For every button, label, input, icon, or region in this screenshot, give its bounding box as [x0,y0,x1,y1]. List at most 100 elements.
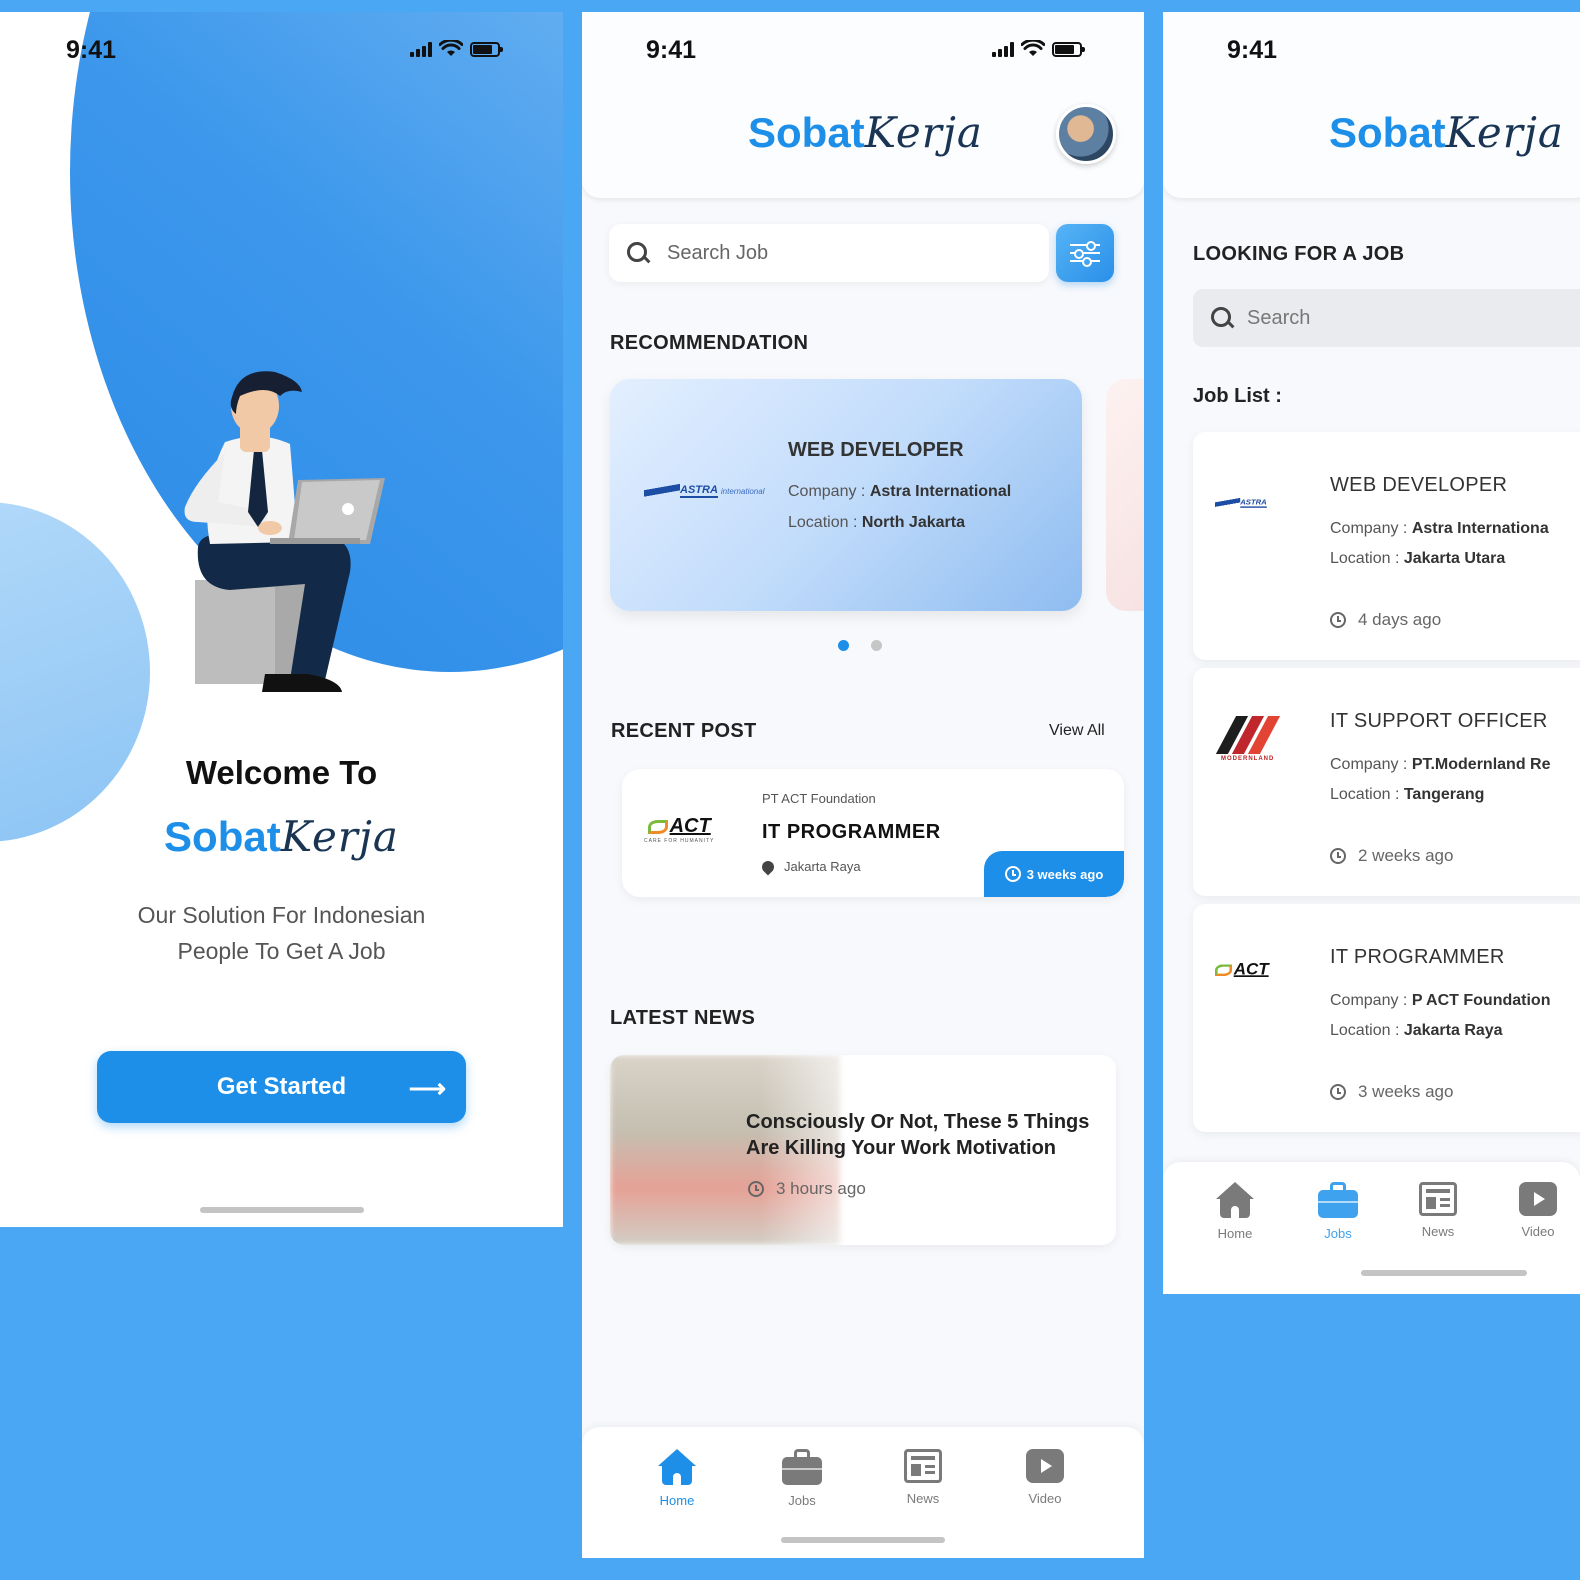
latest-news-heading: LATEST NEWS [610,1007,756,1029]
job-location: Location : Tangerang [1330,786,1485,803]
search-input[interactable]: Search [1193,289,1580,347]
filter-button[interactable] [1056,224,1114,282]
job-title: IT SUPPORT OFFICER [1330,710,1548,732]
bottom-tab-bar: Home Jobs News Video [1163,1162,1580,1294]
news-card[interactable]: Consciously Or Not, These 5 Things Are K… [610,1055,1116,1245]
act-logo: ACT [1215,960,1269,980]
tagline-line2: People To Get A Job [177,938,386,964]
brand-logo-part2: Kerja [864,108,983,157]
clock-icon [1330,848,1346,864]
job-company: Company : PT.Modernland Re [1330,756,1551,773]
brand-logo-part1: Sobat [748,109,865,156]
job-company: Company : P ACT Foundation [1330,992,1551,1009]
recent-post-card[interactable]: ACT CARE FOR HUMANITY PT ACT Foundation … [622,769,1124,897]
play-icon [1519,1182,1557,1216]
wifi-icon [439,40,463,56]
brand-logo: SobatKerja [1329,108,1564,157]
status-icons [992,40,1085,57]
view-all-link[interactable]: View All [1049,722,1105,740]
job-title: WEB DEVELOPER [788,439,964,461]
news-headline: Consciously Or Not, These 5 Things Are K… [746,1111,1090,1159]
newspaper-icon [1419,1182,1457,1216]
welcome-screen: 9:41 Welcome To SobatKerja Our Solution … [0,12,563,1227]
tab-home[interactable]: Home [1216,1182,1254,1241]
job-card[interactable]: ACT IT PROGRAMMER Company : P ACT Founda… [1193,904,1580,1132]
man-with-laptop-illustration [184,371,385,692]
act-logo: ACT CARE FOR HUMANITY [644,815,714,844]
status-time: 9:41 [646,36,697,64]
tab-video[interactable]: Video [1519,1182,1557,1239]
job-location: Location : Jakarta Raya [1330,1022,1503,1039]
recent-title: IT PROGRAMMER [762,821,941,843]
tab-video[interactable]: Video [1026,1449,1064,1506]
home-icon [658,1449,696,1485]
status-time: 9:41 [66,36,117,64]
bottom-tab-bar: Home Jobs News Video [582,1427,1144,1558]
brand-logo: SobatKerja [0,812,563,861]
newspaper-icon [904,1449,942,1483]
job-title: WEB DEVELOPER [1330,474,1508,496]
tab-jobs[interactable]: Jobs [782,1449,822,1508]
job-card[interactable]: MODERNLAND IT SUPPORT OFFICER Company : … [1193,668,1580,896]
brand-logo: SobatKerja [748,108,983,157]
job-location: Location : North Jakarta [788,514,965,531]
location-pin-icon [759,858,777,875]
profile-avatar[interactable] [1056,104,1116,164]
tagline: Our Solution For Indonesian People To Ge… [90,897,473,969]
search-icon [627,242,649,264]
job-posted-time: 2 weeks ago [1330,846,1453,866]
home-indicator [781,1537,945,1543]
brand-logo-part1: Sobat [1329,109,1446,156]
get-started-button[interactable]: Get Started ⟶ [97,1051,466,1123]
briefcase-icon [782,1449,822,1485]
recommendation-card-next[interactable] [1106,379,1144,611]
tab-jobs[interactable]: Jobs [1318,1182,1358,1241]
carousel-dot[interactable] [871,640,882,651]
cellular-signal-icon [992,41,1014,57]
search-placeholder: Search Job [667,241,769,264]
arrow-right-icon: ⟶ [408,1073,446,1103]
clock-icon [1004,866,1021,882]
home-indicator [200,1207,364,1213]
carousel-dot-active[interactable] [838,640,849,651]
sliders-icon [1070,241,1100,251]
tab-news[interactable]: News [904,1449,942,1506]
cellular-signal-icon [410,41,432,57]
home-indicator [1361,1270,1527,1276]
status-time: 9:41 [1227,36,1278,64]
search-job-input[interactable]: Search Job [609,224,1049,282]
carousel-dots [838,640,882,651]
brand-logo-part2: Kerja [1445,108,1564,157]
battery-icon [470,42,503,57]
job-company: Company : Astra International [788,483,1012,500]
astra-logo: ASTRA [1215,498,1267,508]
play-icon [1026,1449,1064,1483]
brand-logo-part1: Sobat [164,813,281,860]
battery-icon [1052,42,1085,57]
looking-for-job-heading: LOOKING FOR A JOB [1193,243,1405,265]
tagline-line1: Our Solution For Indonesian [137,902,426,928]
home-screen: 9:41 SobatKerja Search Job RECOMMENDATIO… [582,12,1144,1558]
astra-logo: ASTRA international [644,484,764,498]
jobs-screen: 9:41 SobatKerja LOOKING FOR A JOB Search… [1163,12,1580,1294]
tab-news[interactable]: News [1419,1182,1457,1239]
time-badge: 3 weeks ago [984,851,1124,897]
job-title: IT PROGRAMMER [1330,946,1505,968]
job-card[interactable]: ASTRA WEB DEVELOPER Company : Astra Inte… [1193,432,1580,660]
modernland-logo: MODERNLAND [1215,716,1280,762]
clock-icon [748,1181,764,1197]
app-header: 9:41 SobatKerja [1163,12,1580,198]
get-started-label: Get Started [216,1073,347,1100]
recent-post-heading: RECENT POST [611,720,757,742]
search-icon [1211,307,1233,329]
search-placeholder: Search [1247,306,1311,329]
tab-home[interactable]: Home [658,1449,696,1508]
job-location: Location : Jakarta Utara [1330,550,1506,567]
act-logo-tagline: CARE FOR HUMANITY [644,838,715,844]
recommendation-card[interactable]: ASTRA international WEB DEVELOPER Compan… [610,379,1082,611]
recent-location: Jakarta Raya [759,858,861,875]
astra-logo-sub: international [720,486,765,496]
clock-icon [1330,612,1346,628]
brand-logo-part2: Kerja [280,812,399,861]
welcome-heading: Welcome To [185,754,378,791]
